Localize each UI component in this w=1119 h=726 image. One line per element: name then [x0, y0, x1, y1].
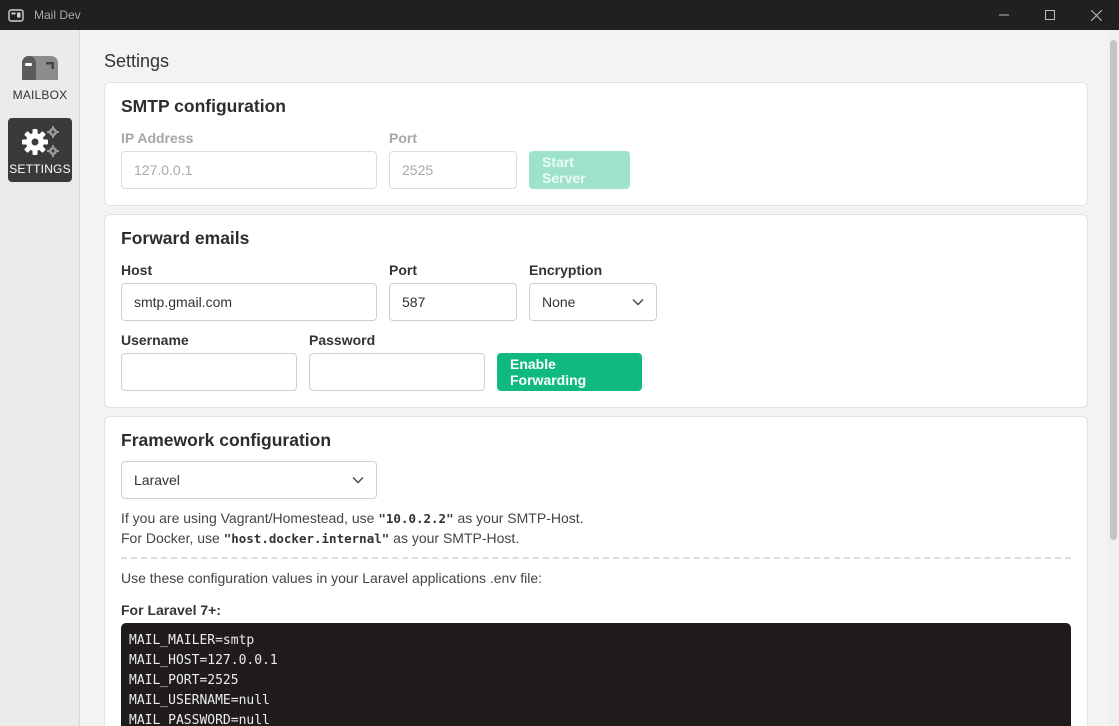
framework-heading: Framework configuration	[121, 430, 332, 450]
vagrant-hint-prefix: If you are using Vagrant/Homestead, use	[121, 510, 379, 526]
vagrant-host-code: "10.0.2.2"	[378, 511, 454, 526]
host-input[interactable]: smtp.gmail.com	[121, 283, 377, 321]
forward-port-input[interactable]: 587	[389, 283, 517, 321]
sidebar-item-label: MAILBOX	[12, 88, 68, 102]
docker-host-code: "host.docker.internal"	[223, 531, 390, 546]
chevron-down-icon	[632, 299, 644, 306]
start-server-button[interactable]: Start Server	[529, 151, 630, 189]
smtp-configuration-card: SMTP configuration IP Address 127.0.0.1 …	[104, 82, 1088, 206]
encryption-label: Encryption	[529, 262, 603, 278]
docker-hint: For Docker, use "host.docker.internal" a…	[121, 530, 519, 546]
ip-address-label: IP Address	[121, 130, 194, 146]
close-icon	[1090, 9, 1102, 21]
title-bar: Mail Dev	[0, 0, 1119, 30]
divider	[121, 557, 1071, 559]
minimize-icon	[999, 14, 1009, 16]
vagrant-hint: If you are using Vagrant/Homestead, use …	[121, 510, 584, 526]
maximize-icon	[1045, 10, 1055, 20]
close-button[interactable]	[1073, 0, 1119, 30]
forward-port-label: Port	[389, 262, 417, 278]
smtp-port-input[interactable]: 2525	[389, 151, 517, 189]
ip-address-input[interactable]: 127.0.0.1	[121, 151, 377, 189]
vagrant-hint-suffix: as your SMTP-Host.	[453, 510, 584, 526]
code-line: MAIL_PASSWORD=null	[129, 713, 270, 726]
vertical-scrollbar[interactable]	[1107, 30, 1119, 726]
minimize-button[interactable]	[981, 0, 1027, 30]
docker-hint-suffix: as your SMTP-Host.	[389, 530, 520, 546]
encryption-value: None	[542, 294, 576, 310]
forward-heading: Forward emails	[121, 228, 250, 248]
sidebar-item-label: SETTINGS	[9, 162, 71, 176]
encryption-select[interactable]: None	[529, 283, 657, 321]
gears-icon	[18, 124, 62, 160]
main-content: Settings SMTP configuration IP Address 1…	[80, 30, 1107, 726]
host-label: Host	[121, 262, 153, 278]
window-title: Mail Dev	[34, 8, 81, 22]
password-label: Password	[309, 332, 376, 348]
code-line: MAIL_MAILER=smtp	[129, 633, 255, 648]
mailbox-icon	[21, 50, 59, 86]
enable-forwarding-button[interactable]: Enable Forwarding	[497, 353, 642, 391]
code-line: MAIL_HOST=127.0.0.1	[129, 653, 278, 668]
scrollbar-thumb[interactable]	[1110, 40, 1117, 540]
smtp-port-label: Port	[389, 130, 417, 146]
docker-hint-prefix: For Docker, use	[121, 530, 224, 546]
forward-emails-card: Forward emails Host smtp.gmail.com Port …	[104, 214, 1088, 408]
sidebar-item-mailbox[interactable]: MAILBOX	[8, 44, 72, 108]
framework-select[interactable]: Laravel	[121, 461, 377, 499]
maximize-button[interactable]	[1027, 0, 1073, 30]
username-label: Username	[121, 332, 189, 348]
code-line: MAIL_PORT=2525	[129, 673, 239, 688]
username-input[interactable]	[121, 353, 297, 391]
code-line: MAIL_USERNAME=null	[129, 693, 270, 708]
page-title: Settings	[104, 51, 170, 71]
framework-configuration-card: Framework configuration Laravel If you a…	[104, 416, 1088, 726]
env-note: Use these configuration values in your L…	[121, 570, 543, 586]
password-input[interactable]	[309, 353, 485, 391]
sidebar-item-settings[interactable]: SETTINGS	[8, 118, 72, 182]
sidebar: MAILBOX SETTINGS	[0, 30, 80, 726]
env-code-block: MAIL_MAILER=smtp MAIL_HOST=127.0.0.1 MAI…	[121, 623, 1071, 726]
app-logo-icon	[8, 7, 24, 23]
smtp-heading: SMTP configuration	[121, 96, 286, 116]
chevron-down-icon	[352, 477, 364, 484]
framework-value: Laravel	[134, 472, 180, 488]
laravel-version-label: For Laravel 7+:	[121, 602, 221, 618]
